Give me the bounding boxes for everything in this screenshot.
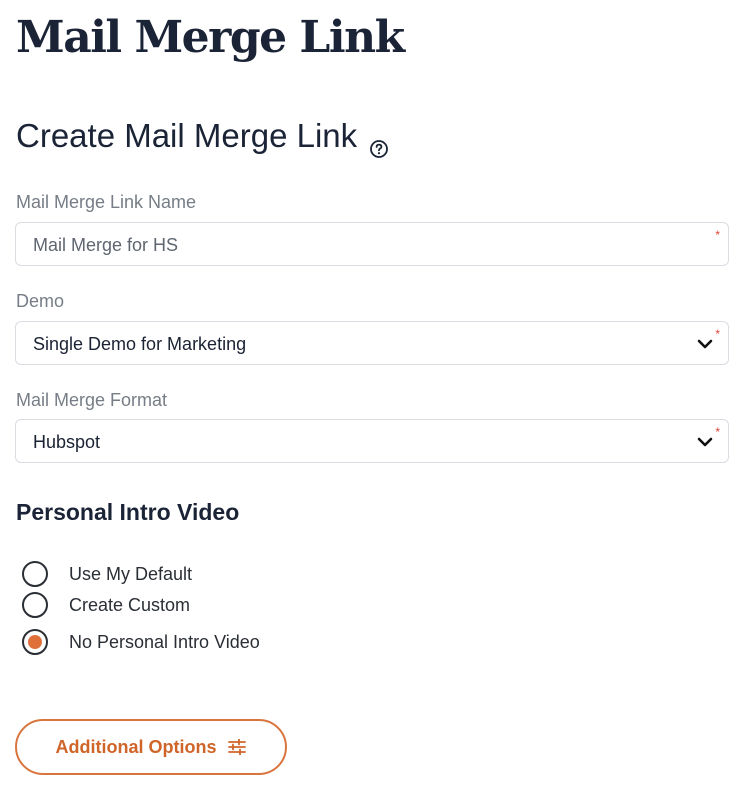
required-indicator: *	[715, 228, 720, 242]
name-field-value: Mail Merge for HS	[33, 235, 179, 255]
demo-select-value: Single Demo for Marketing	[33, 334, 247, 354]
chevron-down-icon	[697, 339, 713, 349]
section-title: Create Mail Merge Link	[16, 114, 389, 158]
radio-label: Use My Default	[69, 563, 193, 584]
additional-options-label: Additional Options	[55, 736, 217, 757]
additional-options-button[interactable]: Additional Options	[15, 719, 287, 775]
personal-intro-video-heading: Personal Intro Video	[16, 499, 240, 525]
format-field-label: Mail Merge Format	[16, 390, 168, 410]
sliders-icon	[228, 739, 247, 755]
required-indicator: *	[715, 327, 720, 341]
radio-create-custom[interactable]: Create Custom	[22, 591, 190, 619]
radio-use-my-default[interactable]: Use My Default	[22, 560, 192, 588]
question-circle-icon[interactable]	[369, 126, 389, 158]
demo-select[interactable]: Single Demo for Marketing *	[15, 321, 729, 365]
radio-label: No Personal Intro Video	[69, 631, 260, 652]
radio-label: Create Custom	[69, 594, 191, 615]
radio-button[interactable]	[22, 592, 48, 618]
radio-button-selected[interactable]	[22, 629, 48, 655]
demo-field-label: Demo	[16, 291, 65, 311]
radio-button[interactable]	[22, 561, 48, 587]
mail-merge-link-name-input[interactable]: Mail Merge for HS *	[15, 222, 729, 266]
chevron-down-icon	[697, 437, 713, 447]
mail-merge-format-select[interactable]: Hubspot *	[15, 419, 729, 463]
format-select-value: Hubspot	[33, 432, 101, 452]
required-indicator: *	[715, 425, 720, 439]
radio-no-personal-intro-video[interactable]: No Personal Intro Video	[22, 628, 260, 656]
page-title: Mail Merge Link	[16, 12, 405, 63]
name-field-label: Mail Merge Link Name	[16, 192, 197, 212]
section-title-text: Create Mail Merge Link	[16, 117, 358, 154]
